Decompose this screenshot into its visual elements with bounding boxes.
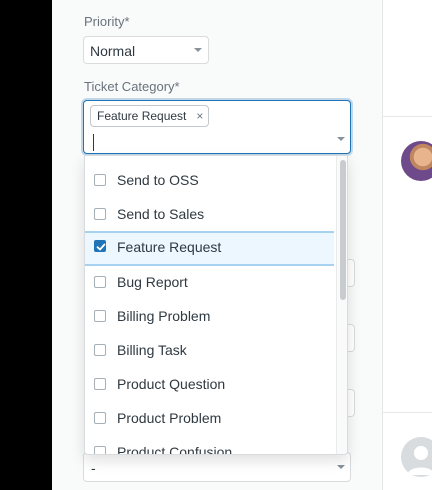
option-label: Product Problem xyxy=(117,410,222,426)
chevron-down-icon xyxy=(194,48,202,52)
bottom-select[interactable]: - xyxy=(83,452,351,482)
dropdown-option-bug-report[interactable]: Bug Report xyxy=(85,266,334,300)
option-label: Feature Request xyxy=(117,239,222,255)
option-label: Billing Task xyxy=(117,342,187,358)
checkmark-icon xyxy=(96,243,106,251)
category-tag-label: Feature Request xyxy=(97,109,187,123)
checkbox-icon[interactable] xyxy=(94,208,106,220)
dropdown-option-feature-request[interactable]: Feature Request xyxy=(85,231,334,266)
checkbox-icon[interactable] xyxy=(94,344,106,356)
checkbox-icon[interactable] xyxy=(94,310,106,322)
ticket-category-label: Ticket Category* xyxy=(84,79,180,94)
option-label: Bug Report xyxy=(117,274,188,290)
chevron-down-icon[interactable] xyxy=(337,137,345,141)
close-icon[interactable]: × xyxy=(196,106,203,126)
dropdown-option-send-to-oss[interactable]: Send to OSS xyxy=(85,164,334,198)
priority-select[interactable]: Normal xyxy=(83,36,209,64)
dropdown-option-product-question[interactable]: Product Question xyxy=(85,368,334,402)
priority-label: Priority* xyxy=(84,14,130,29)
ticket-category-dropdown[interactable]: Send to OSS Send to Sales Feature Reques… xyxy=(84,155,348,455)
hidden-field-edge xyxy=(347,324,355,352)
checkbox-icon[interactable] xyxy=(94,412,106,424)
category-tag: Feature Request × xyxy=(90,105,210,127)
ticket-category-multiselect[interactable]: Feature Request × xyxy=(83,100,351,154)
dropdown-option-send-to-sales[interactable]: Send to Sales xyxy=(85,198,334,232)
checkbox-checked-icon[interactable] xyxy=(94,240,106,252)
bottom-select-value: - xyxy=(91,460,96,476)
option-label: Billing Problem xyxy=(117,308,211,324)
option-label: Product Question xyxy=(117,376,226,392)
priority-value: Normal xyxy=(90,43,136,59)
option-label: Product Confusion xyxy=(117,444,233,455)
scrollbar-thumb[interactable] xyxy=(340,160,346,300)
dropdown-option-billing-task[interactable]: Billing Task xyxy=(85,334,334,368)
hidden-field-edge xyxy=(347,389,355,417)
conversation-divider xyxy=(383,412,432,413)
chevron-down-icon xyxy=(337,465,345,469)
dropdown-option-product-confusion[interactable]: Product Confusion xyxy=(85,436,334,455)
checkbox-icon[interactable] xyxy=(94,446,106,454)
dropdown-scrollbar[interactable] xyxy=(336,156,347,454)
dropdown-option-billing-problem[interactable]: Billing Problem xyxy=(85,300,334,334)
checkbox-icon[interactable] xyxy=(94,378,106,390)
left-dark-sidebar xyxy=(0,0,52,490)
hidden-field-edge xyxy=(347,259,355,287)
conversation-divider xyxy=(383,116,432,117)
option-label: Send to Sales xyxy=(117,206,205,222)
conversation-panel xyxy=(383,0,432,490)
checkbox-icon[interactable] xyxy=(94,174,106,186)
option-label: Send to OSS xyxy=(117,172,199,188)
dropdown-option-product-problem[interactable]: Product Problem xyxy=(85,402,334,436)
checkbox-icon[interactable] xyxy=(94,276,106,288)
text-cursor xyxy=(93,134,94,151)
